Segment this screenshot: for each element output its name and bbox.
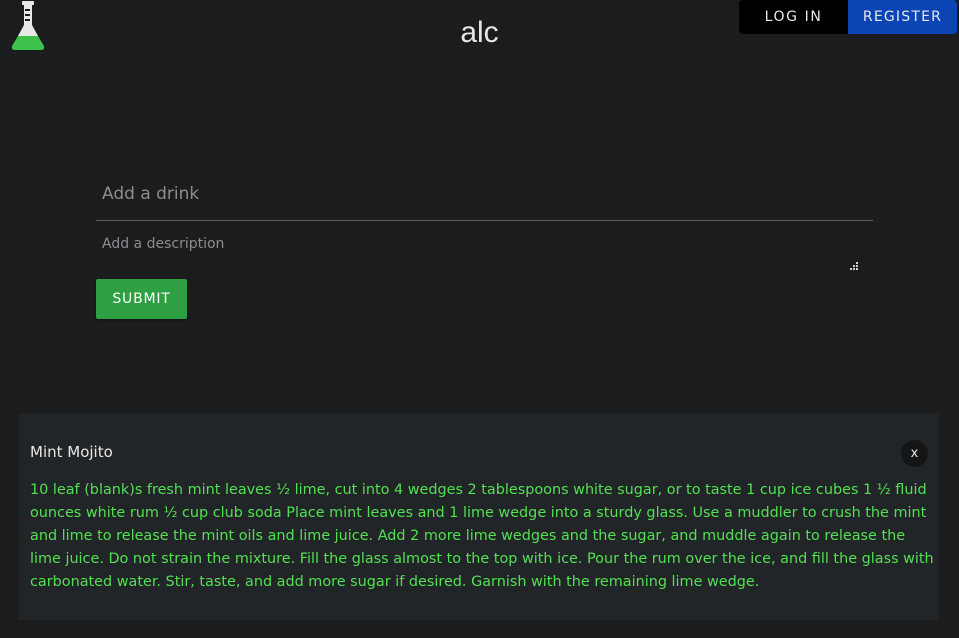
page: alc LOG IN REGISTER SUBMIT Mint Mojito x… — [0, 0, 959, 638]
register-button[interactable]: REGISTER — [848, 0, 957, 34]
description-wrapper — [96, 221, 873, 277]
drink-name-input[interactable] — [96, 168, 873, 221]
login-button[interactable]: LOG IN — [739, 0, 848, 34]
drink-title: Mint Mojito — [30, 443, 113, 461]
add-drink-form: SUBMIT — [96, 168, 873, 319]
drink-description: 10 leaf (blank)s fresh mint leaves ½ lim… — [30, 482, 934, 590]
resize-handle-icon[interactable] — [849, 261, 859, 271]
submit-button[interactable]: SUBMIT — [96, 279, 187, 319]
drink-card: Mint Mojito x 10 leaf (blank)s fresh min… — [19, 413, 939, 620]
close-button[interactable]: x — [901, 440, 928, 467]
auth-buttons: LOG IN REGISTER — [739, 0, 957, 34]
description-textarea[interactable] — [96, 221, 873, 277]
